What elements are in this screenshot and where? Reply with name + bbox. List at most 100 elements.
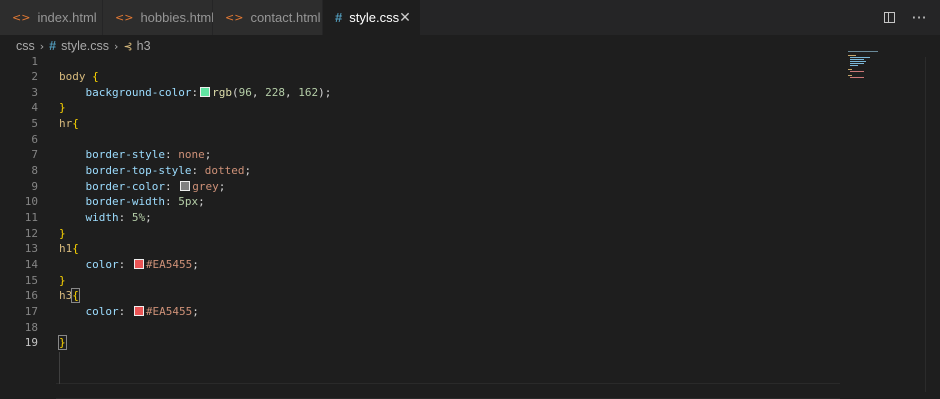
tab-label: hobbies.html [140,10,215,25]
css-property: background-color [85,85,192,99]
tab-style-css[interactable]: # style.css ✕ [323,0,421,35]
close-brace: } [58,335,67,351]
line-content: body { [59,69,99,85]
line-number: 15 [24,273,38,287]
line-number: 18 [24,320,38,334]
minimap[interactable] [846,50,886,90]
line-content: h1{ [59,241,79,257]
code-line[interactable]: 6 [0,132,840,148]
css-property: border-top-style [85,164,192,178]
open-brace: { [71,288,80,304]
more-actions-icon[interactable]: ··· [910,8,928,27]
html-icon: <> [115,11,134,24]
line-number: 12 [24,226,38,240]
css-value: grey [192,179,219,193]
current-line-highlight [56,383,840,399]
code-line[interactable]: 15} [0,273,840,289]
css-value: #EA5455 [145,304,193,318]
tab-bar: <> index.html <> hobbies.html <> contact… [0,0,940,35]
color-swatch[interactable] [133,258,144,269]
line-number: 3 [31,85,38,99]
line-content: } [59,273,66,289]
close-icon[interactable]: ✕ [399,10,411,26]
css-function: rgb [212,85,232,99]
tab-contact-html[interactable]: <> contact.html [213,0,323,35]
code-line[interactable]: 1 [0,54,840,70]
line-number: 6 [31,132,38,146]
css-selector: h1 [59,242,73,256]
code-line[interactable]: 11 width: 5%; [0,210,840,226]
css-property: color [85,257,119,271]
line-content: background-color: rgb(96, 228, 162); [85,85,332,99]
code-line[interactable]: 16 h3{ [0,288,840,304]
css-property: width [85,211,119,224]
css-number: 96 [238,85,252,99]
line-content: hr{ [59,116,79,132]
line-content: border-style: none; [85,148,212,162]
code-line[interactable]: 5 hr{ [0,116,840,132]
code-line[interactable]: 9 border-color: grey; [0,179,840,195]
css-selector: body [59,70,93,84]
css-value: 5px [178,195,199,209]
color-swatch[interactable] [200,86,211,97]
line-number: 14 [24,257,38,271]
line-content: } [59,100,66,116]
line-content: width: 5%; [85,211,152,224]
code-line[interactable]: 7 border-style: none; [0,147,840,163]
code-line[interactable]: 13 h1{ [0,241,840,257]
tab-hobbies-html[interactable]: <> hobbies.html [103,0,215,35]
code-line[interactable]: 8 border-top-style: dotted; [0,163,840,179]
html-icon: <> [12,11,31,24]
code-line[interactable]: 3 background-color: rgb(96, 228, 162); [0,85,840,101]
line-content: } [59,226,66,242]
split-editor-icon[interactable] [880,9,898,27]
close-brace: } [59,101,66,115]
html-icon: <> [225,11,244,24]
line-number: 1 [31,54,38,68]
line-content: color: #EA5455; [85,257,199,271]
open-brace: { [72,117,79,131]
line-content: border-color: grey; [85,179,226,193]
css-selector: h3 [59,289,73,303]
css-hash-icon: # [335,10,343,25]
close-brace: } [59,226,66,240]
css-selector: hr [59,117,73,131]
code-line[interactable]: 14 color: #EA5455; [0,257,840,273]
line-number: 7 [31,148,38,162]
css-value: dotted [204,164,245,178]
vertical-scrollbar[interactable] [925,57,940,392]
line-number: 13 [24,242,38,256]
line-number: 2 [31,70,38,84]
code-line[interactable]: 4} [0,100,840,116]
color-swatch[interactable] [180,180,191,191]
css-property: border-style [85,148,165,162]
line-number: 4 [31,101,38,115]
code-line[interactable]: 12} [0,226,840,242]
css-value: 5% [131,211,146,224]
line-number: 10 [24,195,38,209]
indent-guide [59,352,60,384]
code-line[interactable]: 19} [0,335,840,351]
line-number: 11 [24,211,38,224]
code-line[interactable]: 18 [0,320,840,336]
line-content: border-top-style: dotted; [85,164,252,178]
code-line[interactable]: 17 color: #EA5455; [0,304,840,320]
color-swatch[interactable] [133,305,144,316]
code-line[interactable]: 2 body { [0,69,840,85]
css-value: none [178,148,205,162]
close-brace: } [59,273,66,287]
line-content: h3{ [59,288,80,304]
tab-label: contact.html [250,10,321,25]
line-number: 8 [31,164,38,178]
tab-label: index.html [37,10,97,25]
css-property: color [85,304,119,318]
tab-label: style.css [349,10,400,25]
css-number: 228 [265,85,285,99]
css-value: #EA5455 [145,257,193,271]
code-line[interactable]: 10 border-width: 5px; [0,194,840,210]
tab-index-html[interactable]: <> index.html [0,0,103,35]
css-number: 162 [298,85,319,99]
line-number: 9 [31,179,38,193]
line-number: 5 [31,117,38,131]
code-editor[interactable]: 1 2 body {3 background-color: rgb(96, 228, … [0,50,840,399]
